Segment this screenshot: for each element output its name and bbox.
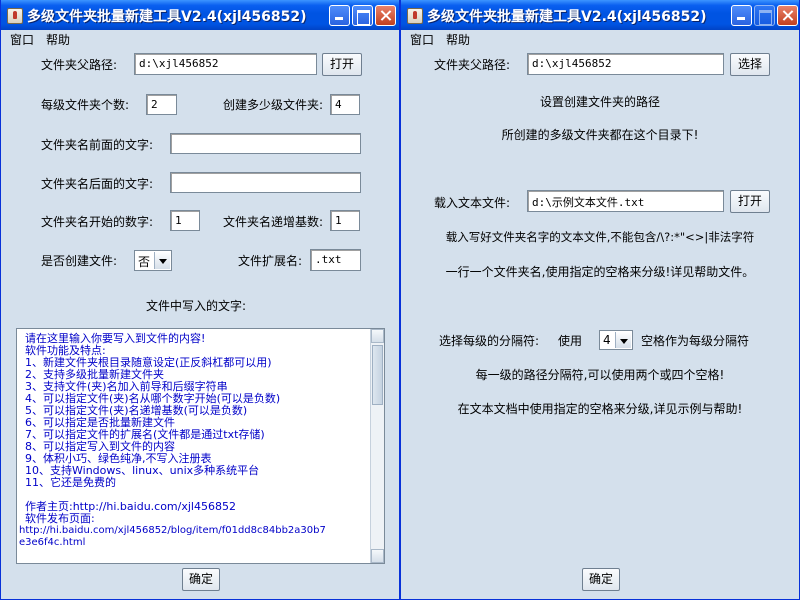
open-button[interactable]: 打开 — [322, 53, 362, 76]
info-one-per-line: 一行一个文件夹名,使用指定的空格来分级!详见帮助文件。 — [445, 265, 755, 279]
menu-help[interactable]: 帮助 — [46, 31, 70, 48]
scroll-thumb[interactable] — [372, 345, 383, 405]
prefix-input[interactable] — [170, 133, 361, 154]
suffix-input[interactable] — [170, 172, 361, 193]
info-separator-spaces: 每一级的路径分隔符,可以使用两个或四个空格! — [475, 368, 725, 382]
separator-label: 选择每级的分隔符: — [439, 334, 540, 348]
suffix-label: 文件夹名后面的文字: — [41, 177, 154, 191]
create-file-select[interactable]: 否 — [134, 250, 172, 271]
right-window: 多级文件夹批量新建工具V2.4(xjl456852) 窗口 帮助 文件夹父路径:… — [400, 0, 800, 600]
java-app-icon[interactable] — [7, 8, 23, 24]
chevron-down-icon[interactable] — [154, 252, 170, 269]
scroll-down-button[interactable] — [371, 549, 384, 563]
title-bar[interactable]: 多级文件夹批量新建工具V2.4(xjl456852) — [1, 0, 399, 30]
ok-button[interactable]: 确定 — [582, 568, 620, 591]
create-file-label: 是否创建文件: — [41, 254, 118, 268]
levels-input[interactable]: 4 — [330, 94, 360, 115]
menu-window[interactable]: 窗口 — [410, 31, 434, 48]
content-textarea[interactable]: 请在这里输入你要写入到文件的内容! 软件功能及特点: 1、新建文件夹根目录随意设… — [16, 328, 385, 564]
start-number-label: 文件夹名开始的数字: — [41, 215, 154, 229]
separator-select[interactable]: 4 — [599, 330, 633, 350]
info-illegal-chars: 载入写好文件夹名字的文本文件,不能包含/\?:*"<>|非法字符 — [445, 230, 755, 244]
menu-window[interactable]: 窗口 — [10, 31, 34, 48]
separator-select-value: 4 — [603, 333, 611, 347]
extension-input[interactable]: .txt — [310, 249, 361, 271]
prefix-label: 文件夹名前面的文字: — [41, 138, 154, 152]
text-line: http://hi.baidu.com/xjl456852/blog/item/… — [19, 525, 326, 536]
minimize-button[interactable] — [731, 5, 752, 26]
info-directory-note: 所创建的多级文件夹都在这个目录下! — [501, 128, 699, 142]
folder-parent-label: 文件夹父路径: — [434, 58, 511, 72]
title-bar[interactable]: 多级文件夹批量新建工具V2.4(xjl456852) — [401, 0, 799, 30]
window-title: 多级文件夹批量新建工具V2.4(xjl456852) — [27, 9, 307, 25]
text-line: 11、它还是免费的 — [25, 476, 116, 489]
levels-label: 创建多少级文件夹: — [223, 98, 324, 112]
increment-input[interactable]: 1 — [330, 210, 360, 231]
increment-label: 文件夹名递增基数: — [223, 215, 324, 229]
info-path-setting: 设置创建文件夹的路径 — [539, 95, 660, 109]
text-line: 软件发布页面: — [25, 512, 95, 525]
load-text-label: 载入文本文件: — [434, 196, 511, 210]
choose-button[interactable]: 选择 — [730, 53, 770, 76]
close-button[interactable] — [375, 5, 396, 26]
extension-label: 文件扩展名: — [238, 254, 303, 268]
folder-parent-label: 文件夹父路径: — [41, 58, 118, 72]
minimize-button[interactable] — [329, 5, 350, 26]
load-text-input[interactable]: d:\示例文本文件.txt — [527, 190, 724, 212]
separator-suffix-label: 空格作为每级分隔符 — [641, 334, 750, 348]
maximize-button — [754, 5, 775, 26]
chevron-down-icon[interactable] — [615, 332, 631, 348]
menu-bar: 窗口 帮助 — [1, 30, 399, 48]
text-line: e3e6f4c.html — [19, 537, 86, 548]
info-see-examples: 在文本文档中使用指定的空格来分级,详见示例与帮助! — [457, 402, 743, 416]
ok-button[interactable]: 确定 — [182, 568, 220, 591]
use-label: 使用 — [558, 334, 583, 348]
start-number-input[interactable]: 1 — [170, 210, 200, 231]
maximize-button[interactable] — [352, 5, 373, 26]
menu-bar: 窗口 帮助 — [401, 30, 799, 48]
per-level-count-label: 每级文件夹个数: — [41, 98, 130, 112]
open-button[interactable]: 打开 — [730, 190, 770, 213]
java-app-icon[interactable] — [407, 8, 423, 24]
content-label: 文件中写入的文字: — [146, 299, 247, 313]
vertical-scrollbar[interactable] — [370, 329, 384, 563]
per-level-count-input[interactable]: 2 — [146, 94, 177, 115]
scroll-up-button[interactable] — [371, 329, 384, 343]
menu-help[interactable]: 帮助 — [446, 31, 470, 48]
folder-parent-input[interactable]: d:\xjl456852 — [527, 53, 724, 75]
create-file-select-value: 否 — [138, 255, 151, 269]
window-title: 多级文件夹批量新建工具V2.4(xjl456852) — [427, 9, 707, 25]
folder-parent-input[interactable]: d:\xjl456852 — [134, 53, 317, 75]
left-window: 多级文件夹批量新建工具V2.4(xjl456852) 窗口 帮助 文件夹父路径:… — [0, 0, 400, 600]
close-button[interactable] — [777, 5, 798, 26]
